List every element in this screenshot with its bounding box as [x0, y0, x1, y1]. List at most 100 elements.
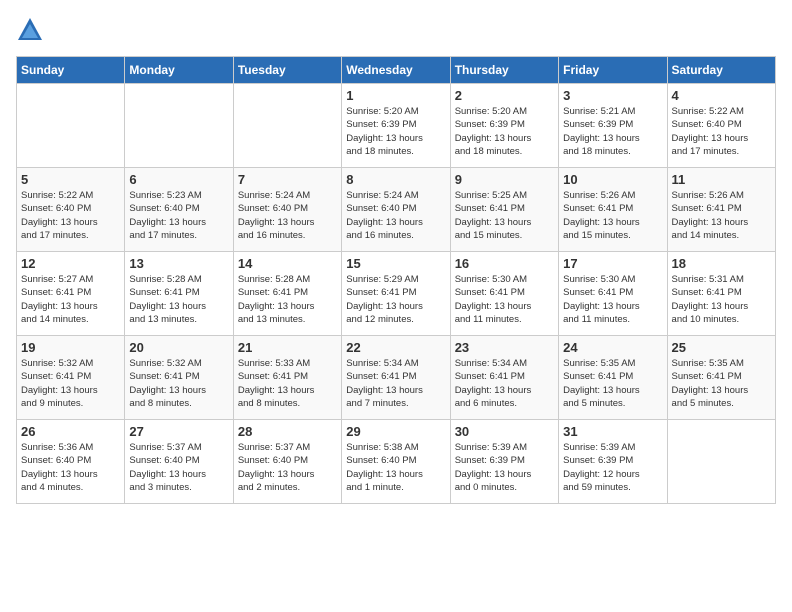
- header-tuesday: Tuesday: [233, 57, 341, 84]
- day-info: Sunrise: 5:21 AM Sunset: 6:39 PM Dayligh…: [563, 105, 662, 158]
- day-info: Sunrise: 5:37 AM Sunset: 6:40 PM Dayligh…: [129, 441, 228, 494]
- day-number: 26: [21, 424, 120, 439]
- day-number: 21: [238, 340, 337, 355]
- day-number: 14: [238, 256, 337, 271]
- day-info: Sunrise: 5:35 AM Sunset: 6:41 PM Dayligh…: [672, 357, 771, 410]
- calendar-cell: [125, 84, 233, 168]
- day-info: Sunrise: 5:39 AM Sunset: 6:39 PM Dayligh…: [455, 441, 554, 494]
- calendar-cell: 28Sunrise: 5:37 AM Sunset: 6:40 PM Dayli…: [233, 420, 341, 504]
- calendar-cell: 25 Sunrise: 5:35 AM Sunset: 6:41 PM Dayli…: [667, 336, 775, 420]
- calendar-cell: 27 Sunrise: 5:37 AM Sunset: 6:40 PM Dayli…: [125, 420, 233, 504]
- day-info: Sunrise: 5:28 AM Sunset: 6:41 PM Dayligh…: [238, 273, 337, 326]
- week-row-1: 5Sunrise: 5:22 AM Sunset: 6:40 PM Daylig…: [17, 168, 776, 252]
- day-info: Sunrise: 5:23 AM Sunset: 6:40 PM Dayligh…: [129, 189, 228, 242]
- day-info: Sunrise: 5:34 AM Sunset: 6:41 PM Dayligh…: [346, 357, 445, 410]
- day-info: Sunrise: 5:38 AM Sunset: 6:40 PM Dayligh…: [346, 441, 445, 494]
- calendar-cell: 13 Sunrise: 5:28 AM Sunset: 6:41 PM Dayli…: [125, 252, 233, 336]
- day-number: 4: [672, 88, 771, 103]
- calendar-cell: 19 Sunrise: 5:32 AM Sunset: 6:41 PM Dayli…: [17, 336, 125, 420]
- day-number: 25: [672, 340, 771, 355]
- calendar-cell: [667, 420, 775, 504]
- day-number: 30: [455, 424, 554, 439]
- calendar-cell: 22Sunrise: 5:34 AM Sunset: 6:41 PM Dayli…: [342, 336, 450, 420]
- header-friday: Friday: [559, 57, 667, 84]
- day-info: Sunrise: 5:31 AM Sunset: 6:41 PM Dayligh…: [672, 273, 771, 326]
- day-info: Sunrise: 5:29 AM Sunset: 6:41 PM Dayligh…: [346, 273, 445, 326]
- day-info: Sunrise: 5:39 AM Sunset: 6:39 PM Dayligh…: [563, 441, 662, 494]
- day-number: 28: [238, 424, 337, 439]
- calendar-cell: [17, 84, 125, 168]
- day-info: Sunrise: 5:36 AM Sunset: 6:40 PM Dayligh…: [21, 441, 120, 494]
- calendar-header-row: SundayMondayTuesdayWednesdayThursdayFrid…: [17, 57, 776, 84]
- calendar-cell: 20 Sunrise: 5:32 AM Sunset: 6:41 PM Dayli…: [125, 336, 233, 420]
- calendar-cell: 10 Sunrise: 5:26 AM Sunset: 6:41 PM Dayli…: [559, 168, 667, 252]
- calendar-cell: 23Sunrise: 5:34 AM Sunset: 6:41 PM Dayli…: [450, 336, 558, 420]
- week-row-0: 1 Sunrise: 5:20 AM Sunset: 6:39 PM Daylig…: [17, 84, 776, 168]
- day-info: Sunrise: 5:22 AM Sunset: 6:40 PM Dayligh…: [672, 105, 771, 158]
- day-number: 7: [238, 172, 337, 187]
- header-monday: Monday: [125, 57, 233, 84]
- header-saturday: Saturday: [667, 57, 775, 84]
- calendar-cell: 15 Sunrise: 5:29 AM Sunset: 6:41 PM Dayli…: [342, 252, 450, 336]
- logo-icon: [16, 16, 44, 44]
- day-info: Sunrise: 5:26 AM Sunset: 6:41 PM Dayligh…: [672, 189, 771, 242]
- day-info: Sunrise: 5:20 AM Sunset: 6:39 PM Dayligh…: [346, 105, 445, 158]
- day-info: Sunrise: 5:30 AM Sunset: 6:41 PM Dayligh…: [563, 273, 662, 326]
- day-number: 2: [455, 88, 554, 103]
- day-number: 3: [563, 88, 662, 103]
- day-info: Sunrise: 5:24 AM Sunset: 6:40 PM Dayligh…: [238, 189, 337, 242]
- day-number: 10: [563, 172, 662, 187]
- week-row-2: 12 Sunrise: 5:27 AM Sunset: 6:41 PM Dayli…: [17, 252, 776, 336]
- day-info: Sunrise: 5:25 AM Sunset: 6:41 PM Dayligh…: [455, 189, 554, 242]
- page-header: [16, 16, 776, 44]
- calendar-cell: 4 Sunrise: 5:22 AM Sunset: 6:40 PM Daylig…: [667, 84, 775, 168]
- calendar-cell: 9Sunrise: 5:25 AM Sunset: 6:41 PM Daylig…: [450, 168, 558, 252]
- calendar-cell: 3 Sunrise: 5:21 AM Sunset: 6:39 PM Daylig…: [559, 84, 667, 168]
- day-info: Sunrise: 5:22 AM Sunset: 6:40 PM Dayligh…: [21, 189, 120, 242]
- day-info: Sunrise: 5:20 AM Sunset: 6:39 PM Dayligh…: [455, 105, 554, 158]
- week-row-4: 26 Sunrise: 5:36 AM Sunset: 6:40 PM Dayli…: [17, 420, 776, 504]
- day-info: Sunrise: 5:24 AM Sunset: 6:40 PM Dayligh…: [346, 189, 445, 242]
- day-number: 13: [129, 256, 228, 271]
- day-number: 15: [346, 256, 445, 271]
- day-info: Sunrise: 5:32 AM Sunset: 6:41 PM Dayligh…: [21, 357, 120, 410]
- calendar-cell: 26 Sunrise: 5:36 AM Sunset: 6:40 PM Dayli…: [17, 420, 125, 504]
- day-number: 27: [129, 424, 228, 439]
- day-info: Sunrise: 5:35 AM Sunset: 6:41 PM Dayligh…: [563, 357, 662, 410]
- header-thursday: Thursday: [450, 57, 558, 84]
- day-number: 12: [21, 256, 120, 271]
- calendar-cell: 6 Sunrise: 5:23 AM Sunset: 6:40 PM Daylig…: [125, 168, 233, 252]
- day-number: 6: [129, 172, 228, 187]
- calendar-cell: 12 Sunrise: 5:27 AM Sunset: 6:41 PM Dayli…: [17, 252, 125, 336]
- day-number: 11: [672, 172, 771, 187]
- calendar-cell: 14 Sunrise: 5:28 AM Sunset: 6:41 PM Dayli…: [233, 252, 341, 336]
- calendar-cell: 16 Sunrise: 5:30 AM Sunset: 6:41 PM Dayli…: [450, 252, 558, 336]
- day-info: Sunrise: 5:26 AM Sunset: 6:41 PM Dayligh…: [563, 189, 662, 242]
- header-wednesday: Wednesday: [342, 57, 450, 84]
- calendar-cell: [233, 84, 341, 168]
- day-number: 16: [455, 256, 554, 271]
- calendar-cell: 24 Sunrise: 5:35 AM Sunset: 6:41 PM Dayli…: [559, 336, 667, 420]
- calendar-cell: 5Sunrise: 5:22 AM Sunset: 6:40 PM Daylig…: [17, 168, 125, 252]
- header-sunday: Sunday: [17, 57, 125, 84]
- calendar-cell: 17 Sunrise: 5:30 AM Sunset: 6:41 PM Dayli…: [559, 252, 667, 336]
- day-number: 18: [672, 256, 771, 271]
- day-number: 20: [129, 340, 228, 355]
- calendar-cell: 2 Sunrise: 5:20 AM Sunset: 6:39 PM Daylig…: [450, 84, 558, 168]
- calendar-cell: 7 Sunrise: 5:24 AM Sunset: 6:40 PM Daylig…: [233, 168, 341, 252]
- calendar-cell: 31Sunrise: 5:39 AM Sunset: 6:39 PM Dayli…: [559, 420, 667, 504]
- calendar-cell: 30 Sunrise: 5:39 AM Sunset: 6:39 PM Dayli…: [450, 420, 558, 504]
- day-info: Sunrise: 5:30 AM Sunset: 6:41 PM Dayligh…: [455, 273, 554, 326]
- day-number: 29: [346, 424, 445, 439]
- calendar-cell: 1 Sunrise: 5:20 AM Sunset: 6:39 PM Daylig…: [342, 84, 450, 168]
- calendar-cell: 11 Sunrise: 5:26 AM Sunset: 6:41 PM Dayli…: [667, 168, 775, 252]
- day-info: Sunrise: 5:32 AM Sunset: 6:41 PM Dayligh…: [129, 357, 228, 410]
- calendar-cell: 29 Sunrise: 5:38 AM Sunset: 6:40 PM Dayli…: [342, 420, 450, 504]
- day-number: 24: [563, 340, 662, 355]
- day-info: Sunrise: 5:27 AM Sunset: 6:41 PM Dayligh…: [21, 273, 120, 326]
- day-number: 23: [455, 340, 554, 355]
- day-number: 1: [346, 88, 445, 103]
- day-number: 19: [21, 340, 120, 355]
- day-info: Sunrise: 5:28 AM Sunset: 6:41 PM Dayligh…: [129, 273, 228, 326]
- day-number: 17: [563, 256, 662, 271]
